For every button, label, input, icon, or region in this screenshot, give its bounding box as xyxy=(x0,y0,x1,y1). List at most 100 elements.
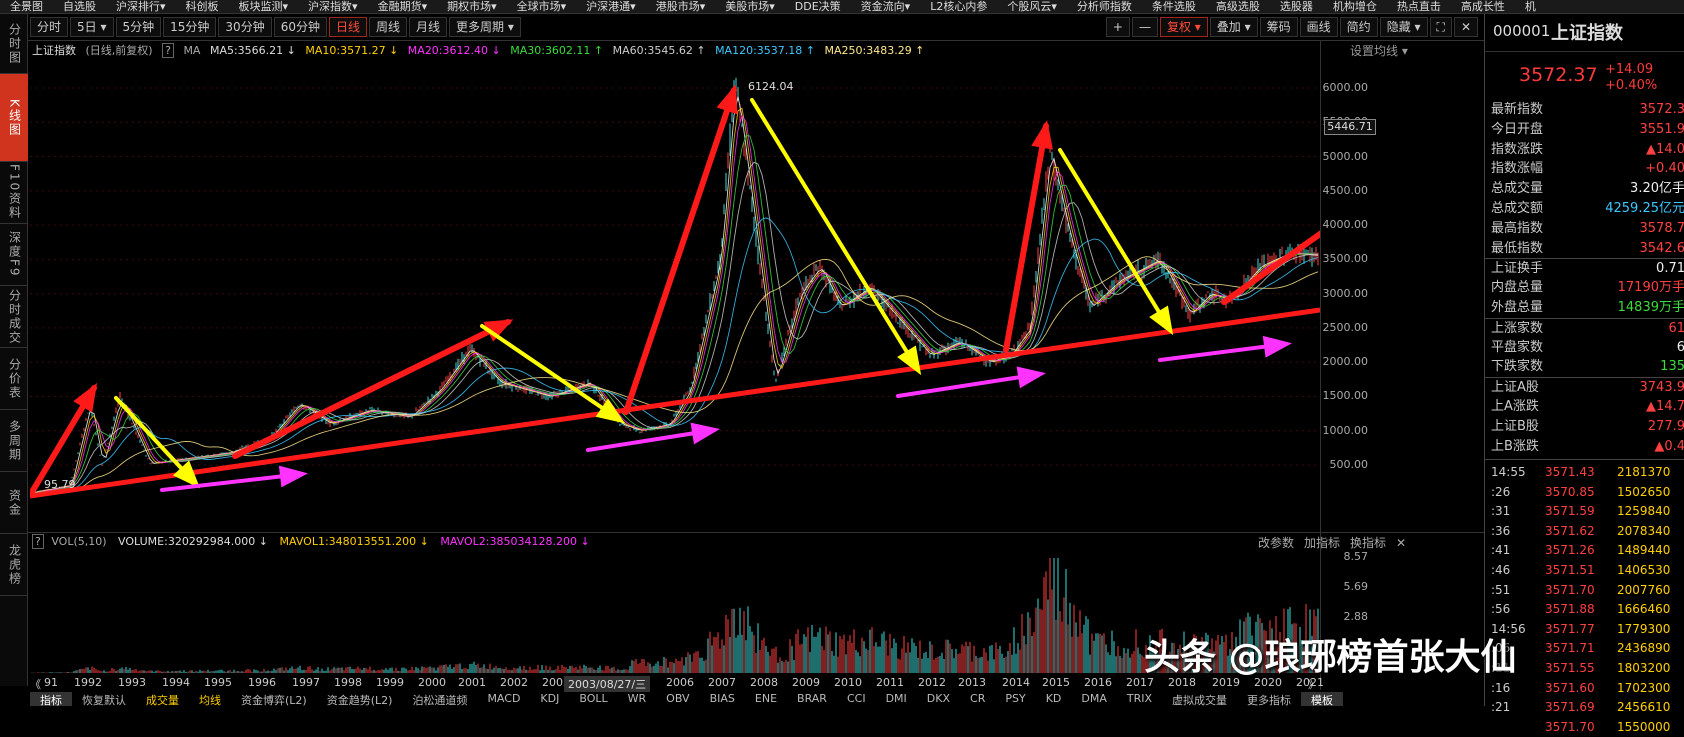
period-button[interactable]: 月线 xyxy=(409,17,447,37)
top-menu-item[interactable]: 自选股 xyxy=(53,0,106,13)
indicator-tab[interactable]: 模板 xyxy=(1301,692,1343,706)
indicator-tab[interactable]: WR xyxy=(618,692,657,706)
indicator-tab[interactable]: 恢复默认 xyxy=(72,692,136,706)
top-menu-item[interactable]: 高级选股 xyxy=(1206,0,1270,13)
indicator-tab[interactable]: KDJ xyxy=(530,692,569,706)
period-button[interactable]: 60分钟 xyxy=(274,17,327,37)
toolbar-action-button[interactable]: 隐藏 ▾ xyxy=(1380,17,1428,37)
top-menu-item[interactable]: 科创板 xyxy=(176,0,229,13)
left-tab[interactable]: 多周期 xyxy=(0,410,28,472)
last-price: 3572.37 xyxy=(1519,64,1598,86)
toolbar-action-button[interactable]: 画线 xyxy=(1300,17,1338,37)
period-button[interactable]: 更多周期 ▾ xyxy=(449,17,521,37)
quote-label: 指数涨幅 xyxy=(1491,159,1543,179)
top-menu-item[interactable]: 沪深排行▾ xyxy=(106,0,176,13)
top-menu-item[interactable]: 全球市场▾ xyxy=(507,0,577,13)
top-menu-item[interactable]: 条件选股 xyxy=(1142,0,1206,13)
top-menu-item[interactable]: 热点直击 xyxy=(1387,0,1451,13)
vol-help-icon[interactable]: ? xyxy=(32,534,44,549)
indicator-tab[interactable]: 成交量 xyxy=(136,692,189,706)
top-menu-item[interactable]: 机构增仓 xyxy=(1323,0,1387,13)
indicator-tab[interactable]: BRAR xyxy=(787,692,837,706)
indicator-tab[interactable]: CCI xyxy=(837,692,876,706)
indicator-tab[interactable]: 泊松通道频 xyxy=(402,692,477,706)
top-menu-item[interactable]: 金融期货▾ xyxy=(368,0,438,13)
indicator-tab[interactable]: KD xyxy=(1036,692,1072,706)
top-menu-item[interactable]: 板块监测▾ xyxy=(229,0,299,13)
top-menu-item[interactable]: 资金流向▾ xyxy=(851,0,921,13)
volume-option-button[interactable]: 加指标 xyxy=(1304,536,1340,550)
indicator-tab[interactable]: OBV xyxy=(656,692,699,706)
top-menu-item[interactable]: DDE决策 xyxy=(785,0,851,13)
tick-list[interactable]: 14:553571.432181370:263570.851502650:313… xyxy=(1485,459,1684,737)
period-button[interactable]: 日线 xyxy=(329,17,367,37)
toolbar-action-button[interactable]: ⛶ xyxy=(1430,17,1452,37)
indicator-tab[interactable]: 指标 xyxy=(30,692,72,706)
indicator-tab[interactable]: BOLL xyxy=(569,692,617,706)
help-icon[interactable]: ? xyxy=(162,43,174,58)
left-tab[interactable]: 资金 xyxy=(0,472,28,534)
volume-option-button[interactable]: ✕ xyxy=(1396,536,1406,550)
volume-option-button[interactable]: 改参数 xyxy=(1258,536,1294,550)
top-menu-item[interactable]: 高成长性 xyxy=(1451,0,1515,13)
indicator-tab[interactable]: DKX xyxy=(917,692,960,706)
left-tab[interactable]: 龙虎榜 xyxy=(0,534,28,596)
toolbar-action-button[interactable]: 筹码 xyxy=(1260,17,1298,37)
top-menu-item[interactable]: 全景图 xyxy=(0,0,53,13)
change-abs: +14.09 xyxy=(1605,62,1657,78)
toolbar-action-button[interactable]: + xyxy=(1106,17,1130,37)
left-tab[interactable]: 分时图 xyxy=(0,14,28,74)
indicator-tab[interactable]: TRIX xyxy=(1117,692,1162,706)
indicator-tab[interactable]: ENE xyxy=(745,692,787,706)
top-menu-item[interactable]: 港股市场▾ xyxy=(646,0,716,13)
ma10-value: MA10:3571.27 ↓ xyxy=(305,44,398,57)
indicator-tab[interactable]: MACD xyxy=(477,692,530,706)
kline-chart[interactable]: 6124.0495.79 xyxy=(30,60,1320,510)
top-menu-item[interactable]: 沪深港通▾ xyxy=(576,0,646,13)
period-button[interactable]: 5分钟 xyxy=(116,17,162,37)
toolbar-action-button[interactable]: 简约 xyxy=(1340,17,1378,37)
indicator-tab[interactable]: 资金趋势(L2) xyxy=(317,692,403,706)
toolbar-action-button[interactable]: — xyxy=(1132,17,1158,37)
top-menu-item[interactable]: 期权市场▾ xyxy=(437,0,507,13)
indicator-tab[interactable]: DMI xyxy=(876,692,917,706)
period-button[interactable]: 周线 xyxy=(369,17,407,37)
sidebar-header: 000001 上证指数 xyxy=(1485,14,1684,52)
set-ma-button[interactable]: 设置均线 ▾ xyxy=(1350,42,1408,59)
top-menu-item[interactable]: 选股器 xyxy=(1270,0,1323,13)
indicator-tab[interactable]: 虚拟成交量 xyxy=(1162,692,1237,706)
volume-chart[interactable] xyxy=(30,553,1320,673)
indicator-tab[interactable]: 资金博弈(L2) xyxy=(231,692,317,706)
indicator-tab[interactable]: 更多指标 xyxy=(1237,692,1301,706)
left-tab[interactable]: K线图 xyxy=(0,74,28,162)
low-annotation: 95.79 xyxy=(44,478,76,491)
toolbar-action-button[interactable]: 复权 ▾ xyxy=(1160,17,1208,37)
scroll-left-icon[interactable]: 《 xyxy=(30,676,41,692)
left-tab[interactable]: 分时成交 xyxy=(0,286,28,348)
toolbar-action-button[interactable]: 叠加 ▾ xyxy=(1210,17,1258,37)
indicator-tab[interactable]: PSY xyxy=(995,692,1035,706)
top-menu-item[interactable]: 机 xyxy=(1515,0,1546,13)
top-menu-item[interactable]: 分析师指数 xyxy=(1067,0,1142,13)
left-tab[interactable]: 分价表 xyxy=(0,348,28,410)
trend-arrow-up-head xyxy=(717,84,738,114)
toolbar-action-button[interactable]: ✕ xyxy=(1454,17,1478,37)
volume-option-button[interactable]: 换指标 xyxy=(1350,536,1386,550)
indicator-tab[interactable]: 均线 xyxy=(189,692,231,706)
top-menu-item[interactable]: 沪深指数▾ xyxy=(298,0,368,13)
top-menu-item[interactable]: 美股市场▾ xyxy=(715,0,785,13)
period-button[interactable]: 5日 ▾ xyxy=(70,17,113,37)
left-tab[interactable]: 深度F9 xyxy=(0,224,28,286)
tick-time: :21 xyxy=(1485,698,1545,718)
top-menu-item[interactable]: 个股风云▾ xyxy=(997,0,1067,13)
trend-arrow-down xyxy=(752,100,918,370)
period-button[interactable]: 分时 xyxy=(30,17,68,37)
indicator-tab[interactable]: BIAS xyxy=(700,692,745,706)
period-button[interactable]: 15分钟 xyxy=(163,17,216,37)
indicator-tab[interactable]: CR xyxy=(960,692,995,706)
quote-label: 上证A股 xyxy=(1491,378,1539,397)
period-button[interactable]: 30分钟 xyxy=(218,17,271,37)
left-tab[interactable]: F10资料 xyxy=(0,162,28,224)
indicator-tab[interactable]: DMA xyxy=(1071,692,1117,706)
top-menu-item[interactable]: L2核心内参 xyxy=(920,0,997,13)
